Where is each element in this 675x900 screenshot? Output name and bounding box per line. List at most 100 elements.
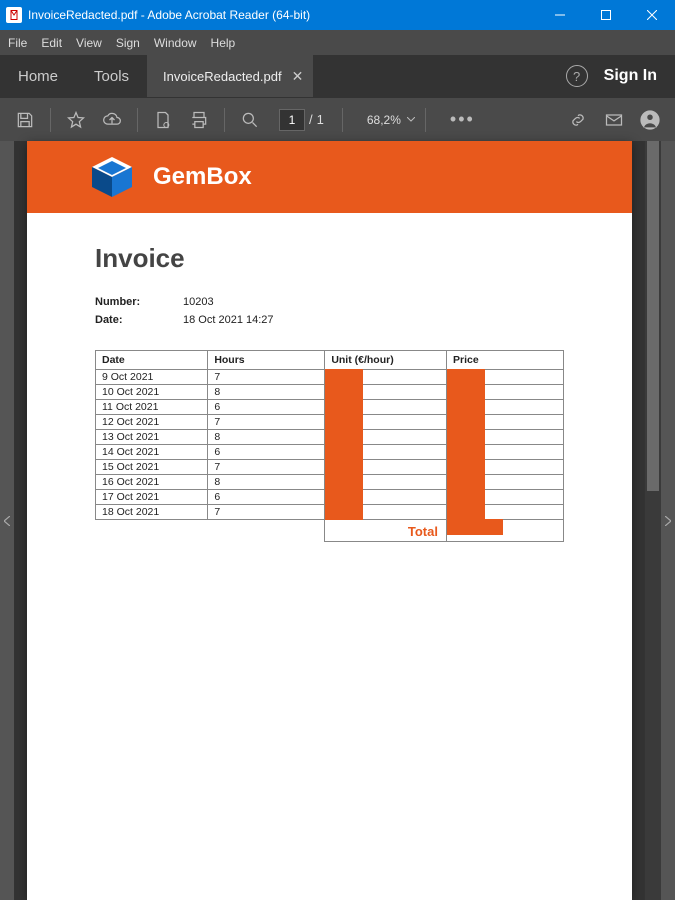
cell-unit-redacted: [325, 460, 447, 475]
window-title: InvoiceRedacted.pdf - Adobe Acrobat Read…: [28, 8, 537, 22]
save-icon[interactable]: [10, 105, 40, 135]
cell-date: 16 Oct 2021: [96, 475, 208, 490]
cell-date: 17 Oct 2021: [96, 490, 208, 505]
cell-price-redacted: [446, 445, 563, 460]
profile-icon[interactable]: [635, 105, 665, 135]
col-hours: Hours: [208, 351, 325, 370]
sign-in-button[interactable]: Sign In: [604, 67, 657, 85]
star-icon[interactable]: [61, 105, 91, 135]
menu-sign[interactable]: Sign: [116, 36, 140, 50]
page-total: 1: [317, 112, 324, 127]
cell-date: 18 Oct 2021: [96, 505, 208, 520]
chevron-down-icon: [407, 117, 415, 122]
minimize-button[interactable]: [537, 0, 583, 30]
cell-hours: 6: [208, 445, 325, 460]
page-indicator: 1 / 1: [279, 109, 324, 131]
brand-name: GemBox: [153, 163, 252, 191]
table-row: 9 Oct 20217: [96, 370, 564, 385]
page-lock-icon[interactable]: [148, 105, 178, 135]
cell-hours: 7: [208, 370, 325, 385]
vertical-scrollbar[interactable]: [645, 141, 661, 900]
document-viewport[interactable]: GemBox Invoice Number: 10203 Date: 18 Oc…: [14, 141, 645, 900]
cell-unit-redacted: [325, 400, 447, 415]
cell-hours: 7: [208, 505, 325, 520]
cell-unit-redacted: [325, 505, 447, 520]
tools-tab[interactable]: Tools: [76, 55, 147, 97]
cell-date: 10 Oct 2021: [96, 385, 208, 400]
cell-price-redacted: [446, 415, 563, 430]
col-price: Price: [446, 351, 563, 370]
mail-icon[interactable]: [599, 105, 629, 135]
toolbar: 1 / 1 68,2% •••: [0, 97, 675, 141]
page-sep: /: [309, 112, 313, 127]
left-panel-toggle[interactable]: [0, 141, 14, 900]
window-titlebar: InvoiceRedacted.pdf - Adobe Acrobat Read…: [0, 0, 675, 30]
scrollbar-thumb[interactable]: [647, 141, 659, 491]
cell-unit-redacted: [325, 370, 447, 385]
cell-unit-redacted: [325, 445, 447, 460]
table-row: 17 Oct 20216: [96, 490, 564, 505]
cloud-upload-icon[interactable]: [97, 105, 127, 135]
cell-date: 14 Oct 2021: [96, 445, 208, 460]
cell-date: 15 Oct 2021: [96, 460, 208, 475]
col-unit: Unit (€/hour): [325, 351, 447, 370]
total-redacted: [446, 520, 563, 542]
menu-window[interactable]: Window: [154, 36, 197, 50]
cell-date: 12 Oct 2021: [96, 415, 208, 430]
home-tab[interactable]: Home: [0, 55, 76, 97]
cell-hours: 6: [208, 400, 325, 415]
page-current-input[interactable]: 1: [279, 109, 305, 131]
menu-file[interactable]: File: [8, 36, 27, 50]
cell-hours: 7: [208, 460, 325, 475]
close-button[interactable]: [629, 0, 675, 30]
acrobat-icon: [6, 7, 22, 23]
cell-price-redacted: [446, 370, 563, 385]
table-row: 18 Oct 20217: [96, 505, 564, 520]
cell-date: 13 Oct 2021: [96, 430, 208, 445]
cell-price-redacted: [446, 475, 563, 490]
cell-unit-redacted: [325, 490, 447, 505]
main-tabs: Home Tools InvoiceRedacted.pdf ✕ ? Sign …: [0, 55, 675, 97]
cell-hours: 6: [208, 490, 325, 505]
cell-unit-redacted: [325, 430, 447, 445]
number-label: Number:: [95, 296, 183, 308]
table-row: 12 Oct 20217: [96, 415, 564, 430]
document-tab-label: InvoiceRedacted.pdf: [163, 69, 282, 84]
cell-price-redacted: [446, 490, 563, 505]
number-value: 10203: [183, 296, 214, 308]
pdf-page: GemBox Invoice Number: 10203 Date: 18 Oc…: [27, 141, 632, 900]
table-row: 16 Oct 20218: [96, 475, 564, 490]
zoom-control[interactable]: 68,2%: [367, 113, 415, 127]
menu-view[interactable]: View: [76, 36, 102, 50]
cell-price-redacted: [446, 505, 563, 520]
right-panel-toggle[interactable]: [661, 141, 675, 900]
help-icon[interactable]: ?: [566, 65, 588, 87]
menu-edit[interactable]: Edit: [41, 36, 62, 50]
invoice-table: Date Hours Unit (€/hour) Price 9 Oct 202…: [95, 350, 564, 542]
close-tab-icon[interactable]: ✕: [292, 68, 304, 85]
table-row: 11 Oct 20216: [96, 400, 564, 415]
cell-price-redacted: [446, 400, 563, 415]
cell-unit-redacted: [325, 475, 447, 490]
maximize-button[interactable]: [583, 0, 629, 30]
cell-hours: 7: [208, 415, 325, 430]
print-icon[interactable]: [184, 105, 214, 135]
col-date: Date: [96, 351, 208, 370]
cell-unit-redacted: [325, 415, 447, 430]
menu-bar: File Edit View Sign Window Help: [0, 30, 675, 55]
cell-hours: 8: [208, 430, 325, 445]
gembox-logo-icon: [87, 152, 137, 202]
more-icon[interactable]: •••: [450, 109, 475, 130]
cell-price-redacted: [446, 385, 563, 400]
document-tab[interactable]: InvoiceRedacted.pdf ✕: [147, 55, 313, 97]
cell-date: 9 Oct 2021: [96, 370, 208, 385]
zoom-value: 68,2%: [367, 113, 401, 127]
search-icon[interactable]: [235, 105, 265, 135]
cell-price-redacted: [446, 460, 563, 475]
total-label: Total: [325, 520, 447, 542]
link-share-icon[interactable]: [563, 105, 593, 135]
table-row: 13 Oct 20218: [96, 430, 564, 445]
cell-hours: 8: [208, 475, 325, 490]
menu-help[interactable]: Help: [211, 36, 236, 50]
document-heading: Invoice: [95, 243, 564, 274]
